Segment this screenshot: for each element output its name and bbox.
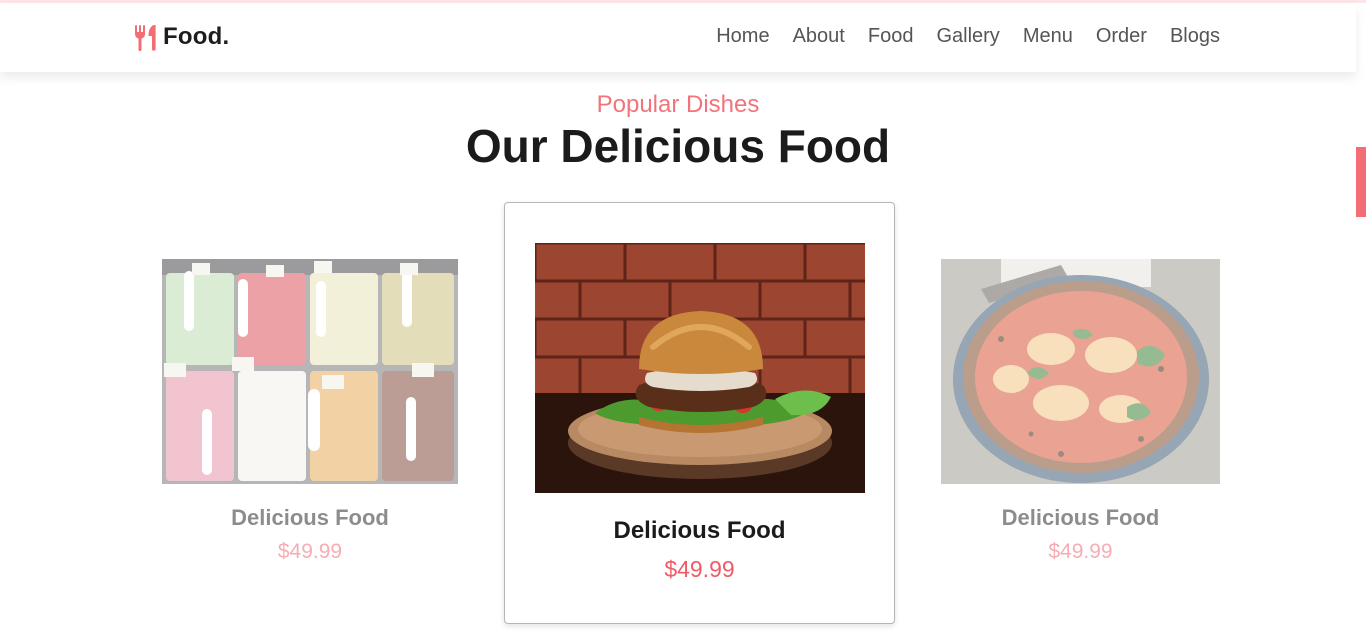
site-header: Food. Home About Food Gallery Menu Order… xyxy=(0,3,1356,72)
dish-name: Delicious Food xyxy=(231,505,389,530)
nav-order[interactable]: Order xyxy=(1096,25,1147,48)
nav-blogs[interactable]: Blogs xyxy=(1170,25,1220,48)
burger-image xyxy=(535,243,865,493)
nav-about[interactable]: About xyxy=(793,25,845,48)
nav-menu[interactable]: Menu xyxy=(1023,25,1073,48)
dish-card[interactable]: Delicious Food $49.99 xyxy=(941,259,1220,579)
dish-card[interactable]: Delicious Food $49.99 xyxy=(162,259,458,579)
page: Food. Home About Food Gallery Menu Order… xyxy=(0,0,1366,641)
brand-name: Food. xyxy=(163,23,230,50)
nav-food[interactable]: Food xyxy=(868,25,914,48)
dish-price: $49.99 xyxy=(664,556,735,582)
section-title: Our Delicious Food xyxy=(465,120,891,172)
dish-name: Delicious Food xyxy=(1001,505,1160,530)
dish-card-active[interactable]: Delicious Food $49.99 xyxy=(504,202,895,624)
nav-gallery[interactable]: Gallery xyxy=(936,25,999,48)
dish-price: $49.99 xyxy=(1048,540,1113,563)
nav-home[interactable]: Home xyxy=(716,25,769,48)
dish-price: $49.99 xyxy=(277,540,343,563)
dish-name: Delicious Food xyxy=(613,517,786,544)
logo[interactable]: Food. xyxy=(134,23,229,51)
pizza-image xyxy=(941,259,1220,484)
scrollbar-thumb[interactable] xyxy=(1356,147,1366,217)
ice-cream-image xyxy=(162,259,458,484)
main-nav: Home About Food Gallery Menu Order Blogs xyxy=(716,25,1220,48)
fork-knife-icon xyxy=(134,23,160,51)
section-subtitle: Popular Dishes xyxy=(596,91,760,118)
